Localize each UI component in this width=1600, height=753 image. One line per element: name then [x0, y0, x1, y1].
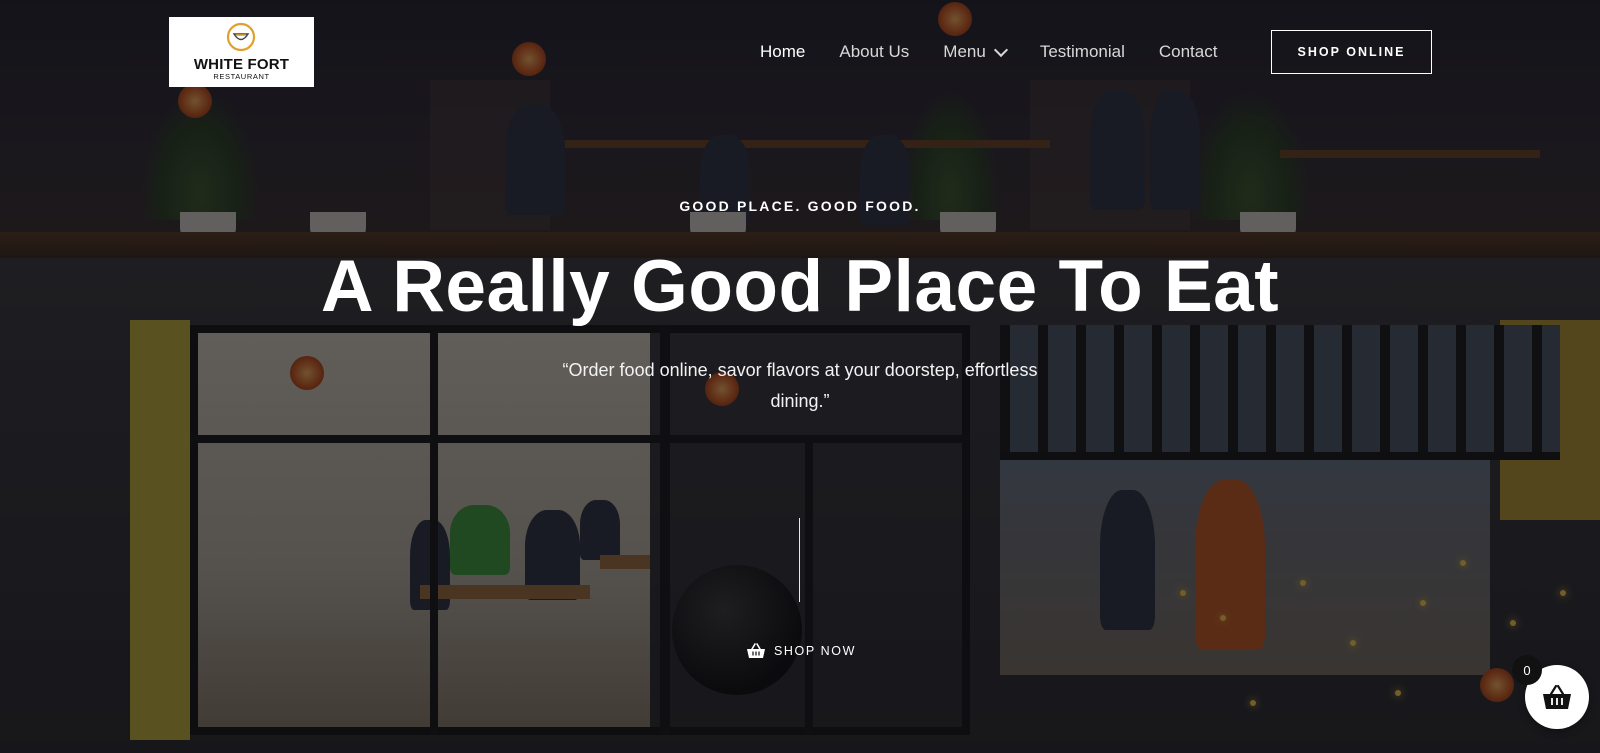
nav-item-label: Menu [943, 42, 986, 61]
shop-now-button[interactable]: SHOP NOW [740, 641, 862, 661]
hero-quote: “Order food online, savor flavors at you… [562, 360, 1038, 411]
nav-item-home[interactable]: Home [760, 42, 805, 62]
nav-item-label: Testimonial [1039, 42, 1125, 61]
cart-count-badge: 0 [1512, 655, 1542, 685]
chevron-down-icon [993, 42, 1008, 58]
logo-subtitle: RESTAURANT [213, 72, 270, 81]
nav-item-about-us[interactable]: About Us [839, 42, 909, 62]
basket-icon [1543, 684, 1571, 709]
logo-name: WHITE FORT [193, 56, 290, 73]
nav-item-label: Contact [1158, 42, 1218, 61]
nav-item-label: Home [760, 42, 806, 61]
nav-item-label: About Us [839, 42, 910, 61]
nav-item-contact[interactable]: Contact [1159, 42, 1218, 62]
main-nav: Home About Us Menu Testimonial Contact [760, 40, 1251, 64]
shop-now-label: SHOP NOW [773, 644, 857, 658]
logo-emblem-icon [226, 22, 256, 52]
vertical-divider [799, 518, 800, 602]
hero-tagline: GOOD PLACE. GOOD FOOD. [679, 198, 921, 214]
nav-item-testimonial[interactable]: Testimonial [1040, 42, 1125, 62]
hero-title: A Really Good Place To Eat [320, 246, 1280, 327]
shop-online-button[interactable]: SHOP ONLINE [1271, 30, 1432, 74]
basket-icon [746, 643, 765, 658]
site-logo[interactable]: WHITE FORT RESTAURANT [169, 17, 314, 87]
nav-item-menu[interactable]: Menu [943, 42, 1008, 62]
